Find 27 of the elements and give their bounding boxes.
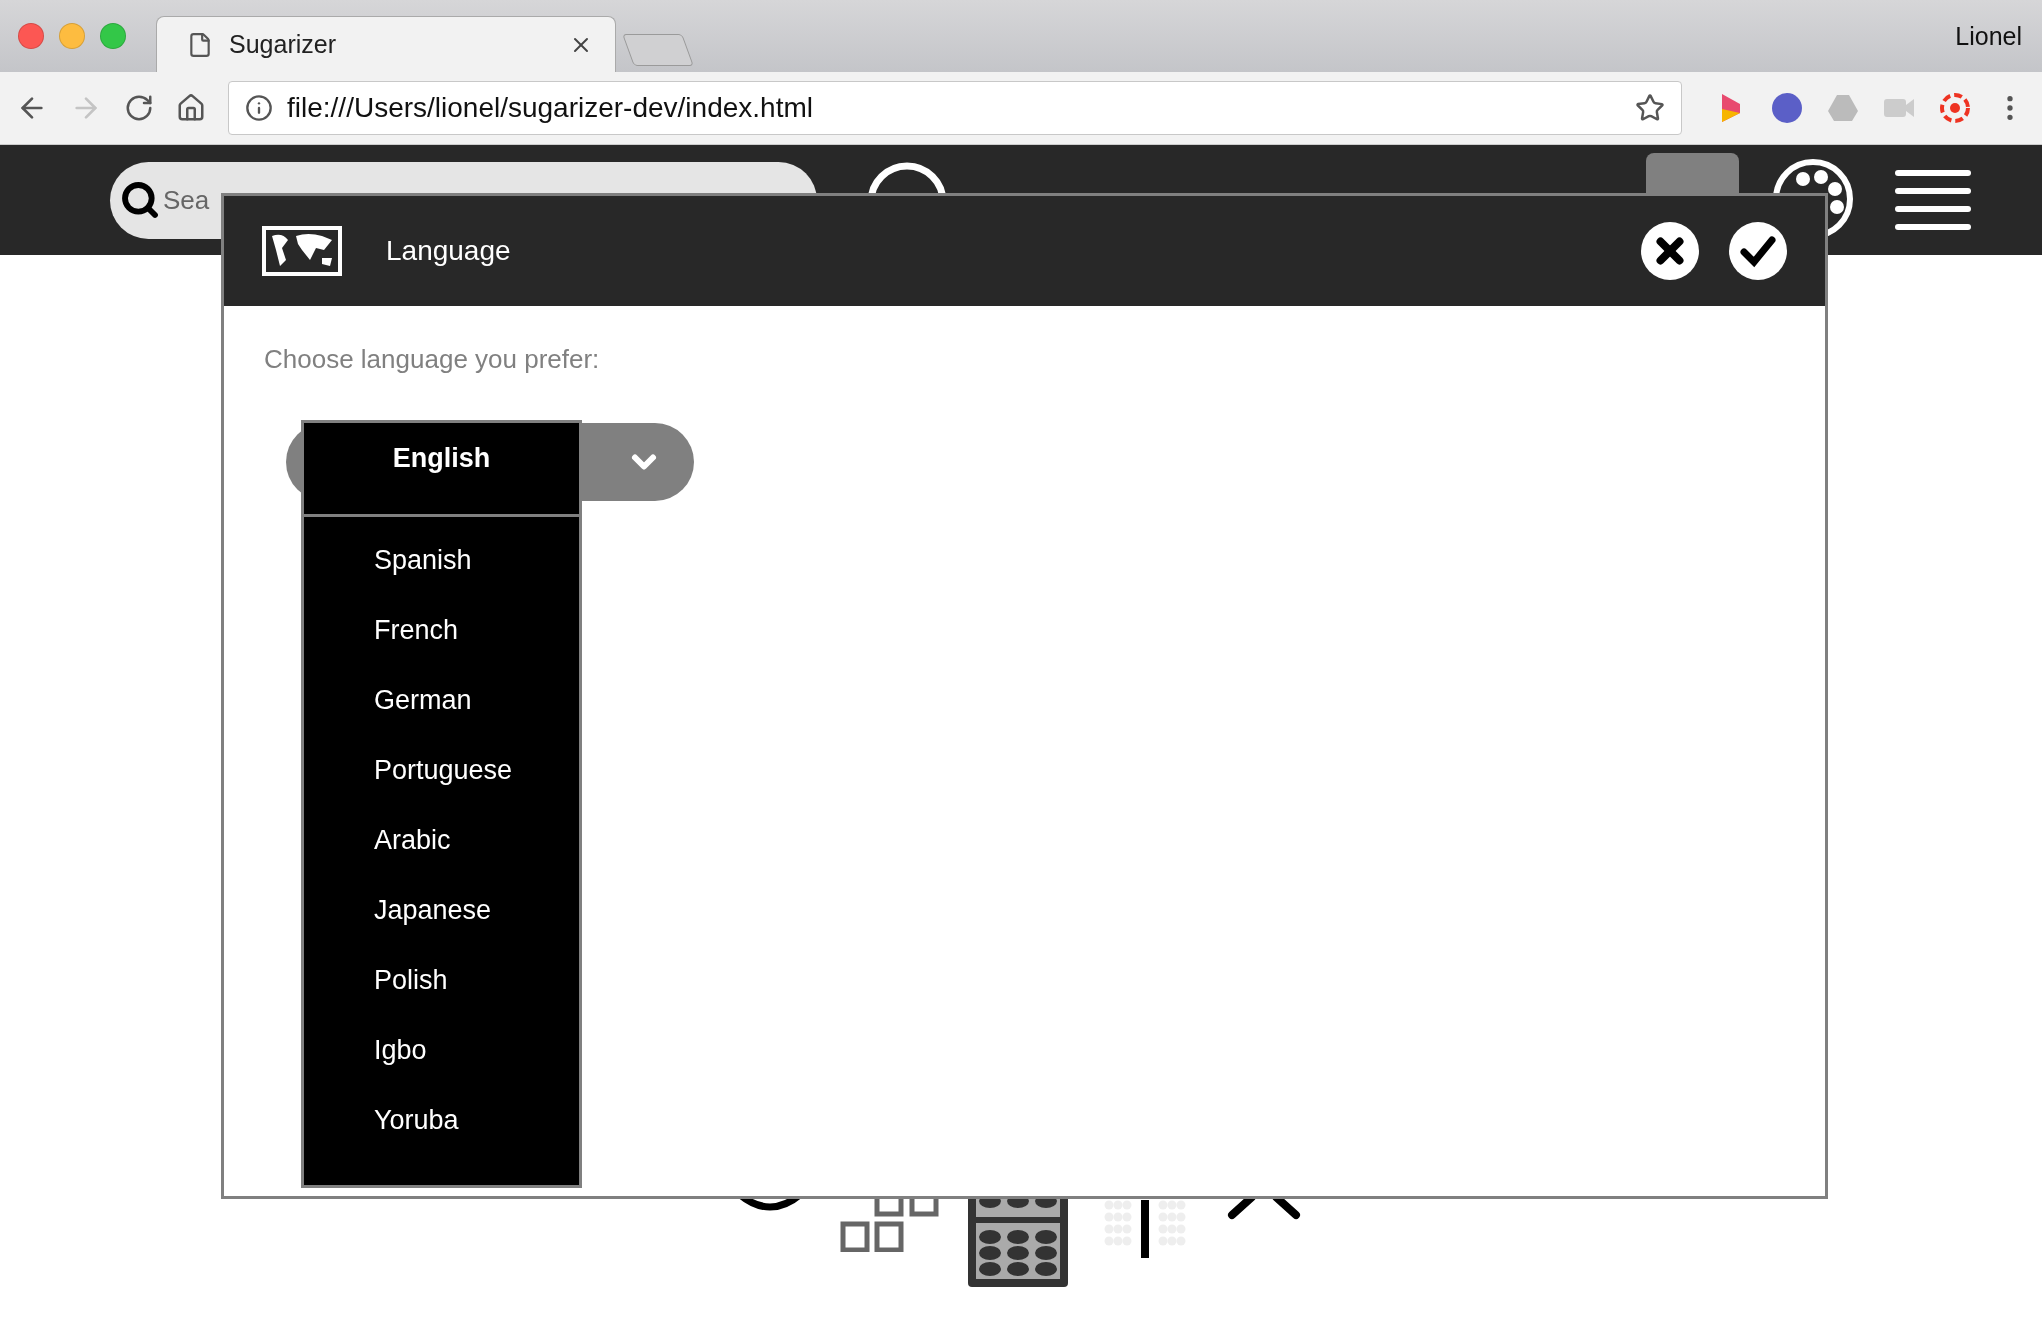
language-option[interactable]: Portuguese	[304, 735, 579, 805]
cancel-button[interactable]	[1641, 222, 1699, 280]
language-option[interactable]: Igbo	[304, 1015, 579, 1085]
search-field[interactable]: Sea	[163, 184, 217, 216]
prompt-text: Choose language you prefer:	[264, 344, 601, 375]
close-window-button[interactable]	[18, 23, 44, 49]
extension-icon[interactable]	[1770, 91, 1804, 125]
search-icon	[120, 180, 160, 220]
language-option[interactable]: English	[304, 423, 579, 517]
address-bar[interactable]: file:///Users/lionel/sugarizer-dev/index.html	[228, 81, 1682, 135]
page-icon	[187, 31, 213, 58]
profile-name[interactable]: Lionel	[1955, 22, 2022, 51]
language-option[interactable]: Spanish	[304, 525, 579, 595]
reload-button[interactable]	[124, 93, 154, 123]
ok-button[interactable]	[1729, 222, 1787, 280]
language-option[interactable]: French	[304, 595, 579, 665]
menu-icon[interactable]	[1894, 167, 1972, 233]
world-map-icon	[262, 226, 342, 276]
dialog-title: Language	[386, 235, 512, 267]
browser-tab[interactable]: Sugarizer	[156, 16, 616, 72]
tab-title: Sugarizer	[229, 30, 337, 59]
language-option[interactable]: Polish	[304, 945, 579, 1015]
language-option[interactable]: Japanese	[304, 875, 579, 945]
language-option[interactable]: German	[304, 665, 579, 735]
language-option[interactable]: Arabic	[304, 805, 579, 875]
home-button[interactable]	[176, 93, 206, 123]
language-option[interactable]: Yoruba	[304, 1085, 579, 1155]
